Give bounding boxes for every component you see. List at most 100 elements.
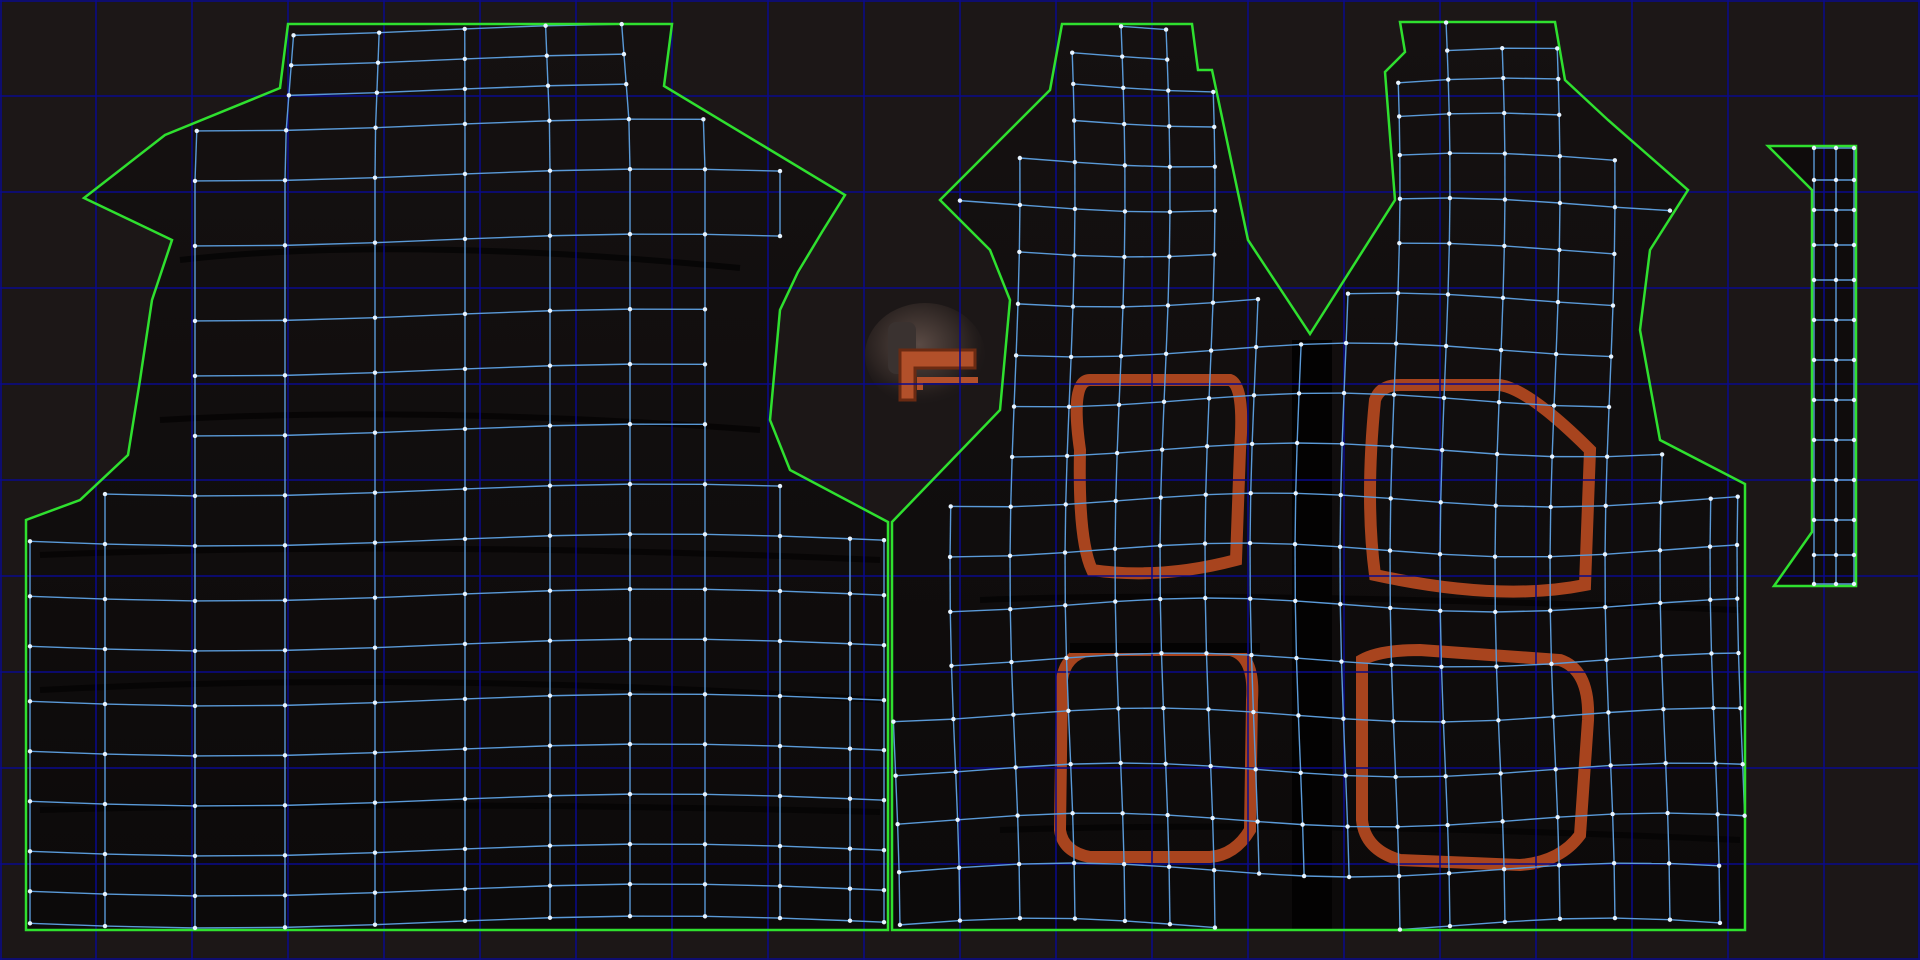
uv-vertex[interactable]	[376, 30, 382, 35]
uv-vertex[interactable]	[1113, 498, 1118, 504]
uv-vertex[interactable]	[1212, 252, 1217, 257]
uv-vertex[interactable]	[1248, 596, 1253, 601]
uv-vertex[interactable]	[1548, 608, 1553, 613]
uv-vertex[interactable]	[621, 51, 627, 57]
uv-vertex[interactable]	[702, 914, 708, 919]
uv-vertex[interactable]	[1298, 342, 1304, 347]
uv-vertex[interactable]	[1294, 655, 1299, 661]
uv-vertex[interactable]	[847, 846, 853, 851]
uv-vertex[interactable]	[462, 846, 468, 852]
uv-vertex[interactable]	[27, 889, 33, 894]
uv-vertex[interactable]	[1602, 552, 1608, 557]
uv-vertex[interactable]	[462, 641, 468, 647]
uv-vertex[interactable]	[1498, 347, 1504, 353]
uv-vertex[interactable]	[1253, 767, 1258, 772]
uv-vertex[interactable]	[1742, 813, 1747, 818]
uv-vertex[interactable]	[1667, 917, 1673, 922]
uv-vertex[interactable]	[1206, 396, 1212, 401]
uv-vertex[interactable]	[1064, 453, 1070, 459]
uv-vertex[interactable]	[1604, 454, 1610, 459]
uv-vertex[interactable]	[777, 638, 783, 644]
uv-vertex[interactable]	[1066, 708, 1071, 713]
uv-vertex[interactable]	[1294, 440, 1300, 446]
uv-vertex[interactable]	[1612, 915, 1618, 921]
uv-vertex[interactable]	[372, 890, 378, 895]
uv-vertex[interactable]	[1557, 200, 1563, 206]
uv-vertex[interactable]	[282, 318, 288, 323]
uv-vertex[interactable]	[1159, 447, 1165, 452]
uv-vertex[interactable]	[627, 421, 633, 427]
uv-vertex[interactable]	[1070, 304, 1076, 309]
uv-vertex[interactable]	[949, 663, 954, 668]
uv-vertex[interactable]	[1851, 242, 1857, 248]
uv-vertex[interactable]	[1493, 609, 1498, 615]
uv-vertex[interactable]	[627, 881, 633, 887]
uv-vertex[interactable]	[547, 483, 553, 488]
uv-vertex[interactable]	[1437, 552, 1443, 557]
uv-vertex[interactable]	[1070, 811, 1075, 816]
uv-vertex[interactable]	[1120, 54, 1125, 59]
uv-vertex[interactable]	[1439, 447, 1445, 453]
uv-vertex[interactable]	[1738, 706, 1743, 711]
uv-vertex[interactable]	[1606, 710, 1611, 715]
uv-vertex[interactable]	[1068, 761, 1073, 767]
uv-vertex[interactable]	[545, 83, 551, 88]
uv-vertex[interactable]	[951, 716, 956, 722]
uv-vertex[interactable]	[1446, 77, 1451, 82]
uv-vertex[interactable]	[1663, 761, 1668, 766]
uv-vertex[interactable]	[1296, 713, 1301, 718]
uv-vertex[interactable]	[1851, 177, 1857, 183]
uv-vertex[interactable]	[1447, 195, 1453, 201]
uv-vertex[interactable]	[1735, 596, 1740, 601]
uv-vertex[interactable]	[547, 693, 553, 698]
uv-vertex[interactable]	[1715, 812, 1720, 817]
uv-vertex[interactable]	[1713, 761, 1718, 766]
uv-vertex[interactable]	[1015, 813, 1020, 818]
uv-vertex[interactable]	[847, 886, 853, 891]
uv-vertex[interactable]	[27, 594, 33, 599]
uv-vertex[interactable]	[1072, 206, 1078, 212]
uv-vertex[interactable]	[1202, 541, 1208, 546]
uv-vertex[interactable]	[1388, 605, 1393, 611]
uv-vertex[interactable]	[102, 646, 108, 652]
uv-vertex[interactable]	[948, 609, 953, 614]
uv-vertex[interactable]	[1121, 862, 1127, 867]
uv-vertex[interactable]	[1339, 441, 1345, 446]
uv-vertex[interactable]	[777, 533, 783, 539]
uv-vertex[interactable]	[547, 638, 553, 643]
uv-vertex[interactable]	[627, 791, 633, 797]
uv-vertex[interactable]	[1556, 863, 1562, 868]
uv-vertex[interactable]	[1494, 664, 1499, 669]
uv-vertex[interactable]	[1157, 543, 1163, 548]
uv-vertex[interactable]	[1068, 354, 1074, 360]
uv-vertex[interactable]	[1811, 477, 1817, 483]
uv-vertex[interactable]	[1612, 205, 1618, 210]
uv-vertex[interactable]	[1557, 154, 1563, 159]
uv-vertex[interactable]	[1833, 242, 1839, 248]
uv-vertex[interactable]	[956, 865, 962, 870]
uv-vertex[interactable]	[1851, 277, 1857, 283]
uv-vertex[interactable]	[1734, 542, 1740, 548]
uv-vertex[interactable]	[1833, 207, 1839, 213]
uv-vertex[interactable]	[1165, 303, 1171, 308]
uv-vertex[interactable]	[1445, 822, 1450, 828]
uv-vertex[interactable]	[1300, 822, 1305, 827]
uv-vertex[interactable]	[702, 307, 708, 312]
uv-vertex[interactable]	[547, 793, 553, 798]
uv-vertex[interactable]	[462, 86, 468, 92]
uv-vertex[interactable]	[1397, 927, 1403, 932]
uv-vertex[interactable]	[1716, 863, 1722, 869]
uv-vertex[interactable]	[1502, 197, 1508, 202]
uv-vertex[interactable]	[1204, 651, 1209, 656]
uv-vertex[interactable]	[702, 482, 708, 487]
uv-vertex[interactable]	[547, 588, 553, 593]
uv-vertex[interactable]	[102, 596, 108, 602]
uv-vertex[interactable]	[847, 641, 853, 646]
uv-vertex[interactable]	[1017, 915, 1023, 921]
uv-vertex[interactable]	[1015, 301, 1021, 307]
uv-vertex[interactable]	[1502, 243, 1507, 249]
uv-vertex[interactable]	[847, 746, 853, 751]
uv-vertex[interactable]	[881, 537, 887, 543]
uv-vertex[interactable]	[1608, 354, 1614, 359]
uv-vertex[interactable]	[192, 243, 198, 249]
